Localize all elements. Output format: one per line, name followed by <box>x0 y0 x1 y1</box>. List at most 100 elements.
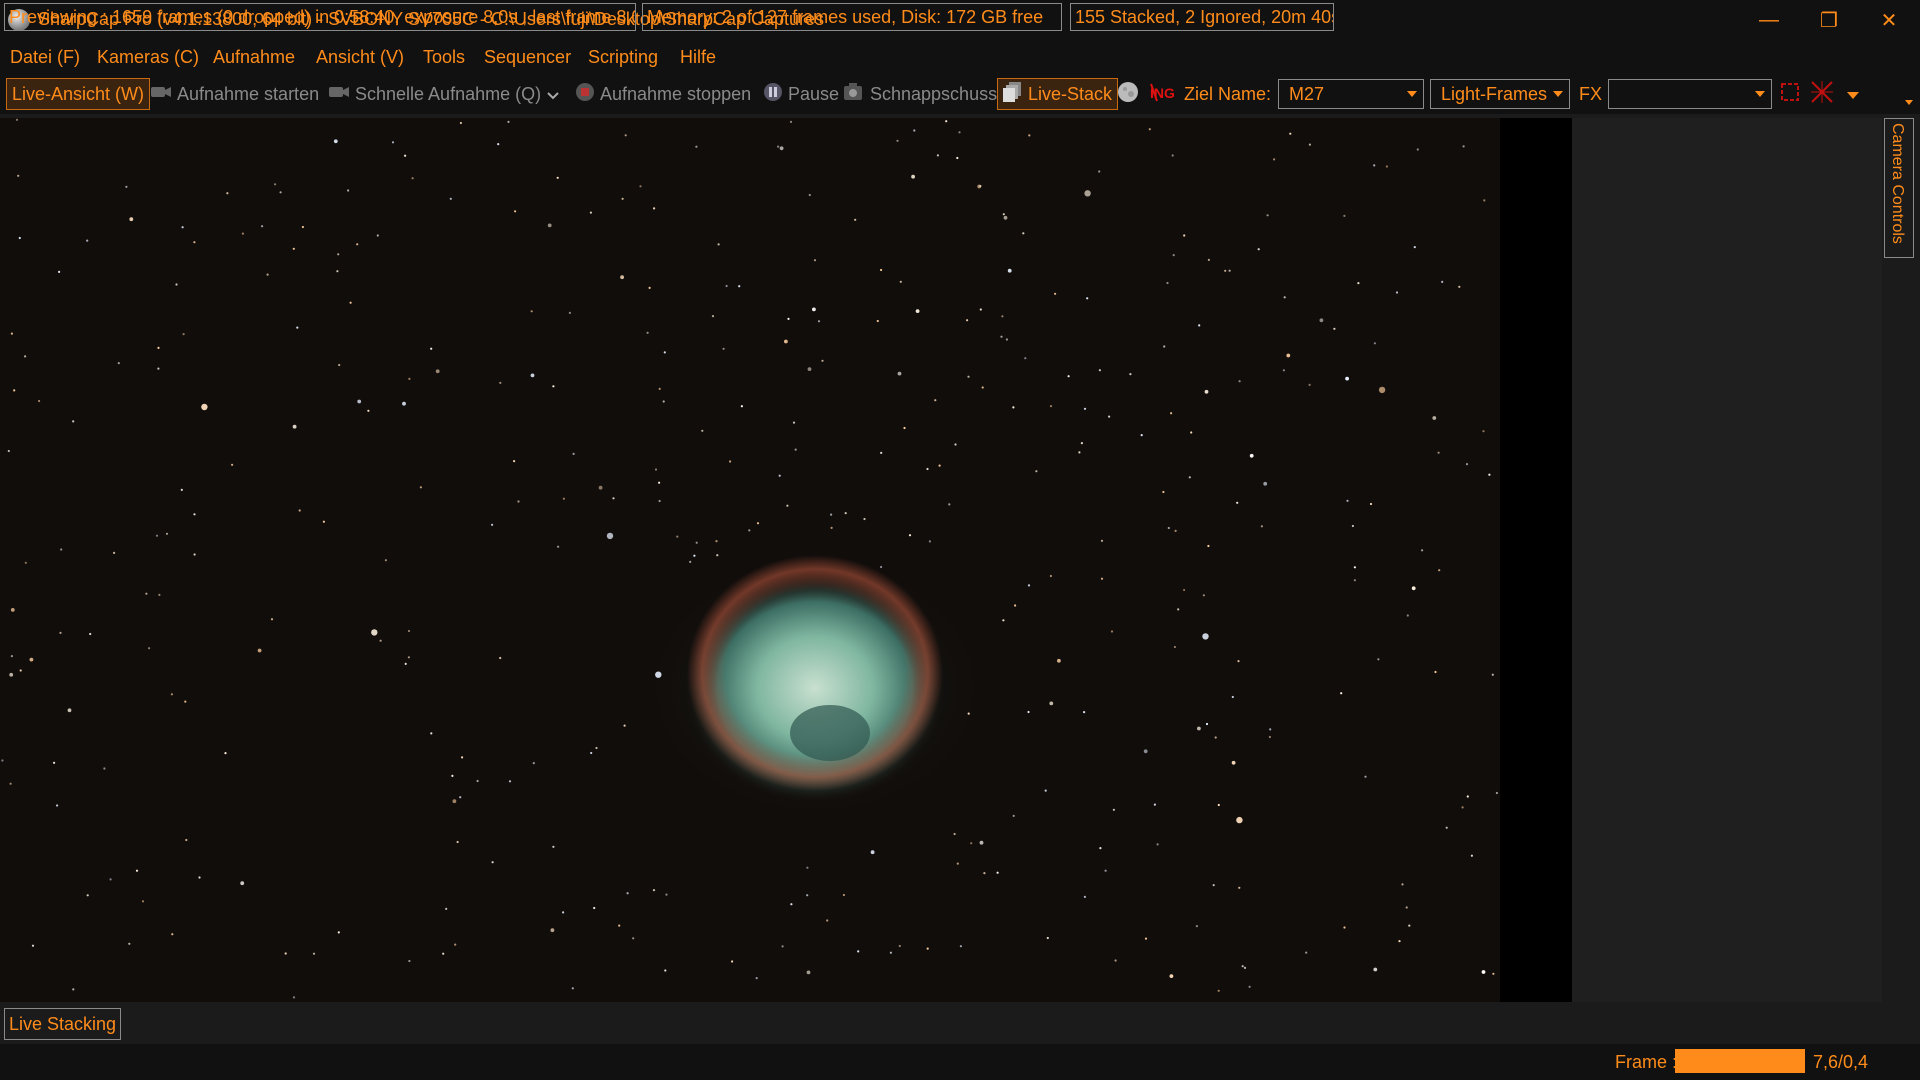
chevron-down-icon <box>547 84 559 105</box>
frame-type-combo[interactable]: Light-Frames <box>1430 79 1570 109</box>
moon-button[interactable] <box>1117 78 1139 110</box>
star <box>461 756 464 759</box>
star <box>1398 940 1401 943</box>
star <box>157 346 160 349</box>
target-name-combo[interactable]: M27 <box>1278 79 1424 109</box>
star <box>1405 906 1408 909</box>
star <box>408 959 411 963</box>
star <box>1202 594 1205 597</box>
start-capture-button[interactable]: Aufnahme starten <box>150 78 319 110</box>
pause-label: Pause <box>788 83 840 104</box>
star <box>371 629 378 636</box>
menu-scripting[interactable]: Scripting <box>588 47 658 68</box>
star <box>1461 806 1464 809</box>
menu-hilfe[interactable]: Hilfe <box>680 47 716 68</box>
star <box>1238 380 1241 383</box>
star <box>292 996 296 999</box>
star <box>158 593 161 596</box>
live-image-view[interactable] <box>0 118 1572 1002</box>
star <box>926 947 929 950</box>
star <box>1462 145 1465 148</box>
star <box>1373 164 1376 167</box>
star <box>31 944 35 947</box>
star <box>664 969 667 972</box>
star <box>1002 213 1005 216</box>
star <box>1282 369 1285 372</box>
snapshot-button[interactable]: Schnappschuss <box>843 78 997 110</box>
star <box>240 881 245 886</box>
star <box>1492 972 1495 975</box>
star <box>658 499 661 503</box>
star <box>1054 292 1057 295</box>
star <box>1212 884 1215 887</box>
toolbar-overflow-dropdown[interactable] <box>1847 78 1859 110</box>
zoom-button[interactable] <box>1780 78 1800 110</box>
star <box>813 259 817 262</box>
reticle-button[interactable] <box>1810 78 1834 110</box>
star <box>1465 463 1469 466</box>
star <box>274 183 277 186</box>
live-stacking-tab[interactable]: Live Stacking <box>4 1008 122 1040</box>
star <box>1495 791 1498 795</box>
star <box>1217 989 1220 992</box>
star <box>456 840 459 844</box>
star <box>1434 670 1437 674</box>
quick-capture-button[interactable]: Schnelle Aufnahme (Q) <box>328 78 541 110</box>
star <box>430 347 433 350</box>
star <box>60 548 63 551</box>
fx-combo[interactable] <box>1608 79 1772 109</box>
menu-sequencer[interactable]: Sequencer <box>484 47 571 68</box>
dark-frame-button[interactable]: ING <box>1149 78 1175 110</box>
star <box>926 467 929 471</box>
restore-button[interactable]: ❐ <box>1806 4 1852 36</box>
star <box>1098 170 1101 173</box>
star <box>1100 539 1104 542</box>
star <box>821 359 824 362</box>
star <box>817 320 821 323</box>
star <box>128 942 131 945</box>
star <box>1351 524 1354 528</box>
stop-capture-label: Aufnahme stoppen <box>600 83 752 104</box>
menu-datei[interactable]: Datei (F) <box>10 47 80 68</box>
menu-aufnahme[interactable]: Aufnahme <box>213 47 295 68</box>
star <box>880 268 883 272</box>
live-stack-button[interactable]: Live-Stack <box>997 78 1119 110</box>
star <box>507 120 510 123</box>
minimize-button[interactable]: — <box>1746 4 1792 36</box>
menu-kameras[interactable]: Kameras (C) <box>97 47 199 68</box>
camera-controls-tab[interactable]: Camera Controls <box>1884 118 1914 258</box>
menu-ansicht[interactable]: Ansicht (V) <box>316 47 404 68</box>
star <box>180 488 183 491</box>
panel-collapse-icon[interactable] <box>1905 100 1913 105</box>
menu-tools[interactable]: Tools <box>423 47 465 68</box>
star <box>1024 357 1027 360</box>
star <box>198 876 201 879</box>
star <box>384 559 387 562</box>
star <box>842 893 846 897</box>
pause-button[interactable]: Pause <box>763 78 839 110</box>
stop-capture-button[interactable]: Aufnahme stoppen <box>575 78 751 110</box>
record-stop-icon <box>575 82 595 107</box>
star <box>1000 335 1003 338</box>
reticle-icon <box>1810 80 1834 109</box>
star <box>658 387 661 390</box>
star <box>1308 383 1311 386</box>
star <box>789 120 793 123</box>
star <box>1369 502 1373 506</box>
star <box>1012 406 1015 409</box>
star <box>807 367 812 371</box>
fx-label: FX <box>1579 83 1603 104</box>
close-button[interactable]: ✕ <box>1866 4 1912 36</box>
star <box>959 945 963 948</box>
star <box>508 780 512 783</box>
star <box>530 310 533 313</box>
star <box>459 121 462 125</box>
live-view-button[interactable]: Live-Ansicht (W) <box>6 78 151 110</box>
star <box>1353 566 1356 569</box>
star <box>979 840 984 845</box>
quick-capture-dropdown[interactable] <box>547 78 559 110</box>
snapshot-label: Schnappschuss <box>870 83 998 104</box>
star <box>1044 789 1047 792</box>
star <box>357 399 362 404</box>
star <box>1 759 4 762</box>
